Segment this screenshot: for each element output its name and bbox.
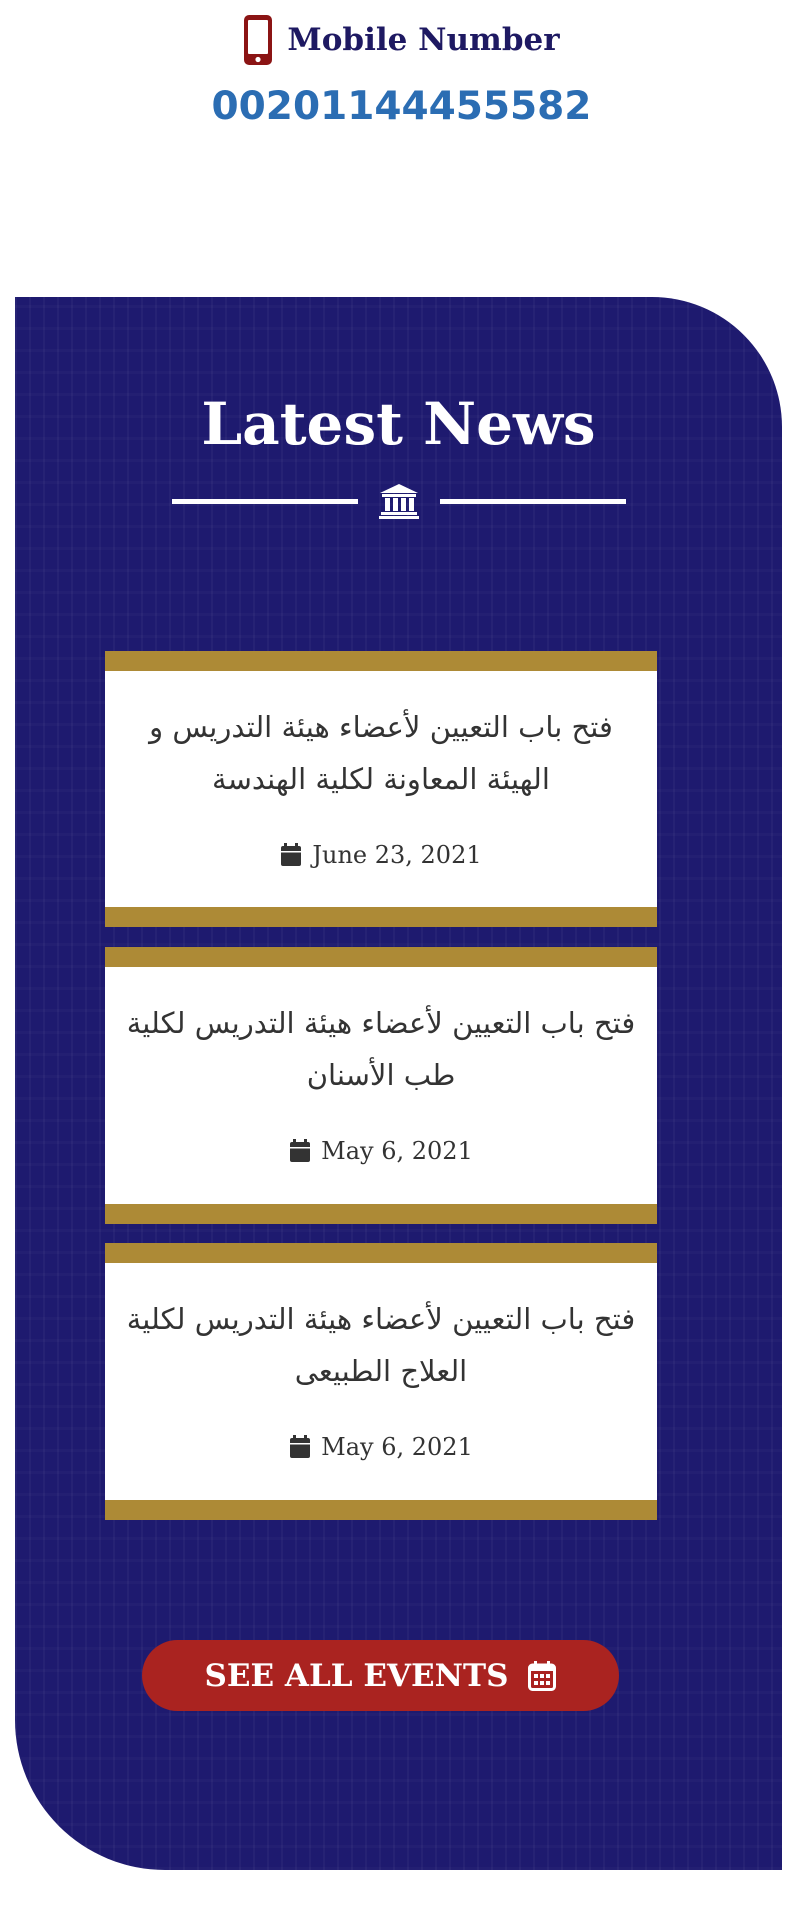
news-card-title[interactable]: فتح باب التعيين لأعضاء هيئة التدريس و ال… [125, 701, 637, 805]
news-card[interactable]: فتح باب التعيين لأعضاء هيئة التدريس لكلي… [105, 947, 657, 1224]
calendar-icon [290, 1139, 311, 1162]
news-card-date: May 6, 2021 [321, 1137, 473, 1165]
news-card[interactable]: فتح باب التعيين لأعضاء هيئة التدريس و ال… [105, 651, 657, 927]
mobile-phone-icon [244, 15, 273, 65]
latest-news-heading: Latest News [201, 390, 596, 458]
news-card[interactable]: فتح باب التعيين لأعضاء هيئة التدريس لكلي… [105, 1243, 657, 1520]
news-card-title[interactable]: فتح باب التعيين لأعضاء هيئة التدريس لكلي… [125, 997, 637, 1101]
news-card-date: June 23, 2021 [312, 841, 482, 869]
see-all-events-label: SEE ALL EVENTS [204, 1657, 509, 1694]
university-building-icon [379, 484, 419, 519]
contact-header: Mobile Number [0, 14, 803, 66]
news-card-date: May 6, 2021 [321, 1433, 473, 1461]
news-card-meta: June 23, 2021 [105, 841, 657, 869]
see-all-events-button[interactable]: SEE ALL EVENTS [142, 1640, 619, 1711]
news-card-meta: May 6, 2021 [105, 1137, 657, 1165]
contact-section: Mobile Number 00201144455582 [0, 0, 803, 300]
mobile-number-link[interactable]: 00201144455582 [0, 84, 803, 129]
news-card-title[interactable]: فتح باب التعيين لأعضاء هيئة التدريس لكلي… [125, 1293, 637, 1397]
heading-divider [0, 483, 803, 519]
calendar-icon [281, 843, 302, 866]
news-card-meta: May 6, 2021 [105, 1433, 657, 1461]
divider-line-left [172, 499, 358, 504]
calendar-grid-icon [528, 1660, 557, 1691]
divider-line-right [440, 499, 626, 504]
mobile-number-label: Mobile Number [287, 22, 560, 58]
calendar-icon [290, 1435, 311, 1458]
